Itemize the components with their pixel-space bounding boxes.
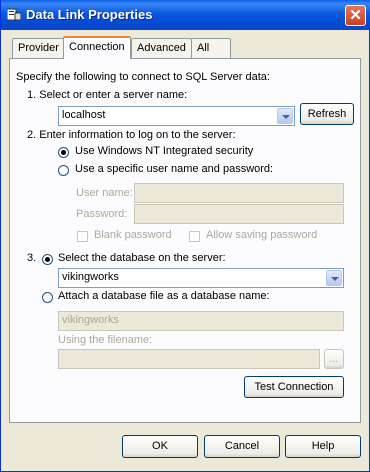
specific-user-radio[interactable] xyxy=(58,165,69,176)
server-name-combo[interactable]: localhost xyxy=(58,106,295,126)
select-database-label[interactable]: Select the database on the server: xyxy=(58,252,226,264)
tab-provider[interactable]: Provider xyxy=(12,38,65,58)
allow-saving-label[interactable]: Allow saving password xyxy=(206,229,317,241)
step1-label: 1. Select or enter a server name: xyxy=(27,89,188,101)
step3-number: 3. xyxy=(27,252,37,264)
chevron-down-icon[interactable] xyxy=(326,270,342,286)
using-filename-label: Using the filename: xyxy=(58,334,153,346)
filename-field[interactable] xyxy=(58,349,320,369)
attach-name-value: vikingworks xyxy=(62,314,119,326)
tab-all[interactable]: All xyxy=(191,38,231,58)
select-database-radio[interactable] xyxy=(42,254,53,265)
browse-button[interactable]: ... xyxy=(324,349,344,369)
blank-password-checkbox[interactable] xyxy=(77,231,88,242)
data-link-icon xyxy=(7,8,21,21)
chevron-down-icon[interactable] xyxy=(277,108,293,124)
close-button[interactable]: ✕ xyxy=(345,5,366,26)
tab-connection[interactable]: Connection xyxy=(63,36,131,59)
attach-file-radio[interactable] xyxy=(42,292,53,303)
cancel-button[interactable]: Cancel xyxy=(204,435,280,458)
dialog-window: Data Link Properties ✕ Provider Connecti… xyxy=(0,0,370,472)
blank-password-label[interactable]: Blank password xyxy=(94,229,172,241)
title-bar: Data Link Properties ✕ xyxy=(1,0,370,30)
ok-button[interactable]: OK xyxy=(122,435,198,458)
nt-security-radio[interactable] xyxy=(58,147,69,158)
nt-security-label[interactable]: Use Windows NT Integrated security xyxy=(75,145,253,157)
test-connection-button[interactable]: Test Connection xyxy=(244,376,344,398)
connection-panel: Specify the following to connect to SQL … xyxy=(9,58,361,423)
window-title: Data Link Properties xyxy=(26,7,153,22)
username-field[interactable] xyxy=(134,183,344,203)
help-button[interactable]: Help xyxy=(285,435,361,458)
allow-saving-checkbox[interactable] xyxy=(189,231,200,242)
server-name-value: localhost xyxy=(62,109,106,121)
tab-advanced[interactable]: Advanced xyxy=(131,38,192,58)
password-label: Password: xyxy=(76,208,128,220)
specific-user-label[interactable]: Use a specific user name and password: xyxy=(75,163,273,175)
database-combo[interactable]: vikingworks xyxy=(58,268,344,288)
username-label: User name: xyxy=(76,187,133,199)
attach-file-label[interactable]: Attach a database file as a database nam… xyxy=(58,290,270,302)
password-field[interactable] xyxy=(134,204,344,224)
refresh-button[interactable]: Refresh xyxy=(300,103,354,125)
step2-label: 2. Enter information to log on to the se… xyxy=(27,129,236,141)
database-value: vikingworks xyxy=(62,271,119,283)
attach-name-field[interactable]: vikingworks xyxy=(58,311,344,331)
intro-text: Specify the following to connect to SQL … xyxy=(16,71,270,83)
